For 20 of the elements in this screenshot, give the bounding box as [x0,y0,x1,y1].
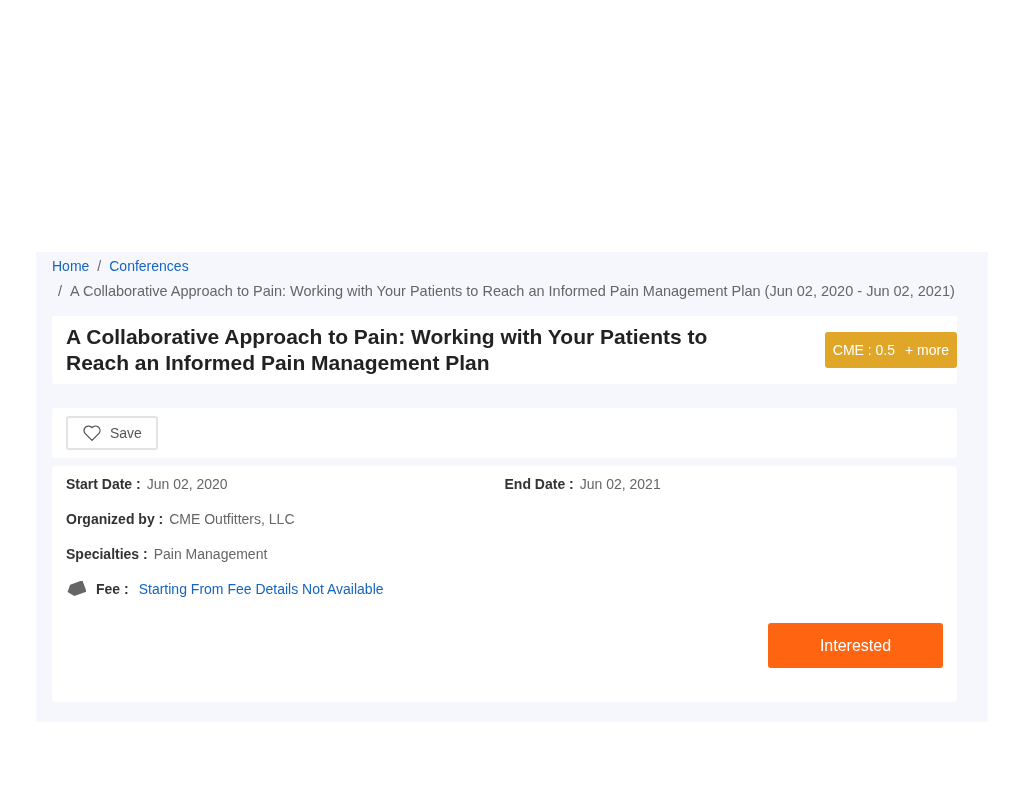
detail-value: CME Outfitters, LLC [169,511,295,527]
breadcrumb-link[interactable]: Conferences [109,258,189,274]
detail-value: Jun 02, 2020 [146,476,228,492]
interested-button[interactable]: Interested [768,623,943,668]
price-tag-icon [66,581,86,597]
detail-label: Specialties : [66,546,148,562]
detail-label: Start Date : [66,476,141,492]
detail-value: Pain Management [153,546,268,562]
fee-link[interactable]: Starting From Fee Details Not Available [138,581,384,597]
detail-label: End Date : [504,476,574,492]
heart-icon [82,424,102,442]
save-button[interactable]: Save [66,416,158,450]
breadcrumb-link[interactable]: Home [52,258,90,274]
detail-label: Fee : [96,581,129,597]
breadcrumb-separator: / [97,258,102,274]
detail-label: Organized by : [66,511,164,527]
breadcrumb-current: A Collaborative Approach to Pain: Working with Your Patients to Reach an Informed Pain Management Plan (Jun 02, 2020 - Jun 02, 2021) [70,282,956,301]
detail-value: Jun 02, 2021 [579,476,661,492]
breadcrumb-separator: / [58,282,63,301]
page-title: A Collaborative Approach to Pain: Working with Your Patients to Reach an Informed Pain Management Plan [66,324,709,376]
